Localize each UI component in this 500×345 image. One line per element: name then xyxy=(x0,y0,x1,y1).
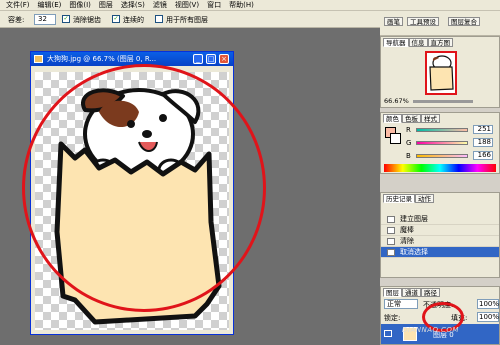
tolerance-input[interactable]: 32 xyxy=(34,14,56,25)
blue-slider[interactable] xyxy=(416,154,468,158)
antialias-checkbox[interactable]: ✓ xyxy=(62,15,70,23)
all-layers-label: 用于所有图层 xyxy=(166,16,208,24)
magic-wand-icon xyxy=(387,227,395,234)
options-bar: 容差: 32 ✓ 消除锯齿 ✓ 连续的 用于所有图层 xyxy=(0,11,380,28)
navigator-zoom-slider[interactable] xyxy=(413,100,473,103)
navigator-preview-icon xyxy=(429,55,454,91)
blue-label: B xyxy=(406,152,411,160)
maximize-button[interactable]: □ xyxy=(206,54,216,64)
menu-help[interactable]: 帮助(H) xyxy=(225,0,258,11)
menu-file[interactable]: 文件(F) xyxy=(0,0,34,11)
tab-tool-presets[interactable]: 工具预设 xyxy=(407,17,439,26)
menu-window[interactable]: 窗口 xyxy=(203,0,225,11)
antialias-label: 消除锯齿 xyxy=(73,16,101,24)
contiguous-checkbox[interactable]: ✓ xyxy=(112,15,120,23)
lock-label: 锁定: xyxy=(384,314,401,322)
green-label: G xyxy=(406,139,412,147)
history-item-active[interactable]: 取消选择 xyxy=(381,247,499,258)
highlight-ring-canvas xyxy=(22,64,266,312)
red-value[interactable]: 251 xyxy=(473,125,493,134)
menu-bar: 文件(F) 编辑(E) 图像(I) 图层 选择(S) 滤镜 视图(V) 窗口 帮助(H) xyxy=(0,0,500,11)
menu-view[interactable]: 视图(V) xyxy=(171,0,203,11)
opacity-input[interactable]: 100% xyxy=(477,299,499,309)
menu-filter[interactable]: 滤镜 xyxy=(149,0,171,11)
tab-channels[interactable]: 通道 xyxy=(402,288,421,297)
tab-layer-comps[interactable]: 图层复合 xyxy=(448,17,480,26)
contiguous-label: 连续的 xyxy=(123,16,144,24)
history-footer xyxy=(381,265,499,277)
navigator-zoom[interactable]: 66.67% xyxy=(384,97,409,105)
green-slider[interactable] xyxy=(416,141,468,145)
close-button[interactable]: × xyxy=(219,54,229,64)
menu-edit[interactable]: 编辑(E) xyxy=(34,0,66,11)
green-value[interactable]: 188 xyxy=(473,138,493,147)
tab-histogram[interactable]: 直方图 xyxy=(427,38,453,47)
document-icon xyxy=(34,55,43,63)
tab-history[interactable]: 历史记录 xyxy=(383,194,415,203)
minimize-button[interactable]: _ xyxy=(193,54,203,64)
tolerance-label: 容差: xyxy=(8,16,25,24)
history-step-icon xyxy=(387,238,395,245)
navigator-thumbnail[interactable] xyxy=(425,51,457,95)
history-item[interactable]: 建立图层 xyxy=(381,214,499,225)
tab-paths[interactable]: 路径 xyxy=(421,288,440,297)
tab-info[interactable]: 信息 xyxy=(408,38,428,47)
background-color-swatch[interactable] xyxy=(390,133,401,144)
tab-navigator[interactable]: 导航器 xyxy=(383,38,409,47)
tab-brushes[interactable]: 画笔 xyxy=(384,17,403,26)
palette-well: 画笔 工具预设 图层复合 xyxy=(380,11,500,36)
fill-input[interactable]: 100% xyxy=(477,312,499,322)
color-ramp[interactable] xyxy=(384,164,496,172)
tab-layers[interactable]: 图层 xyxy=(383,288,402,297)
history-step-icon xyxy=(387,216,395,223)
watermark: DIANNAO.COM xyxy=(402,326,459,334)
eye-icon[interactable] xyxy=(384,330,392,337)
tab-styles[interactable]: 样式 xyxy=(421,114,440,123)
color-panel: 颜色 色板 样式 R 251 G 188 B 166 xyxy=(380,112,500,174)
right-panels: 导航器 信息 直方图 66.67% 颜色 色板 样式 R 251 G 188 B 166 xyxy=(380,36,500,345)
menu-layer[interactable]: 图层 xyxy=(95,0,117,11)
navigator-panel: 导航器 信息 直方图 66.67% xyxy=(380,36,500,108)
red-label: R xyxy=(406,126,411,134)
history-item[interactable]: 魔棒 xyxy=(381,225,499,236)
all-layers-checkbox[interactable] xyxy=(155,15,163,23)
menu-image[interactable]: 图像(I) xyxy=(65,0,95,11)
tab-actions[interactable]: 动作 xyxy=(415,194,434,203)
blend-mode-select[interactable]: 正常 xyxy=(384,299,418,309)
tab-swatches[interactable]: 色板 xyxy=(402,114,421,123)
history-item[interactable]: 清除 xyxy=(381,236,499,247)
blue-value[interactable]: 166 xyxy=(473,151,493,160)
history-panel: 历史记录 动作 建立图层 魔棒 清除 取消选择 xyxy=(380,192,500,278)
tab-color[interactable]: 颜色 xyxy=(383,114,402,123)
red-slider[interactable] xyxy=(416,128,468,132)
document-title: 大狗狗.jpg @ 66.7% (图层 0, R... xyxy=(47,55,157,63)
menu-select[interactable]: 选择(S) xyxy=(117,0,149,11)
history-step-icon xyxy=(387,249,395,256)
